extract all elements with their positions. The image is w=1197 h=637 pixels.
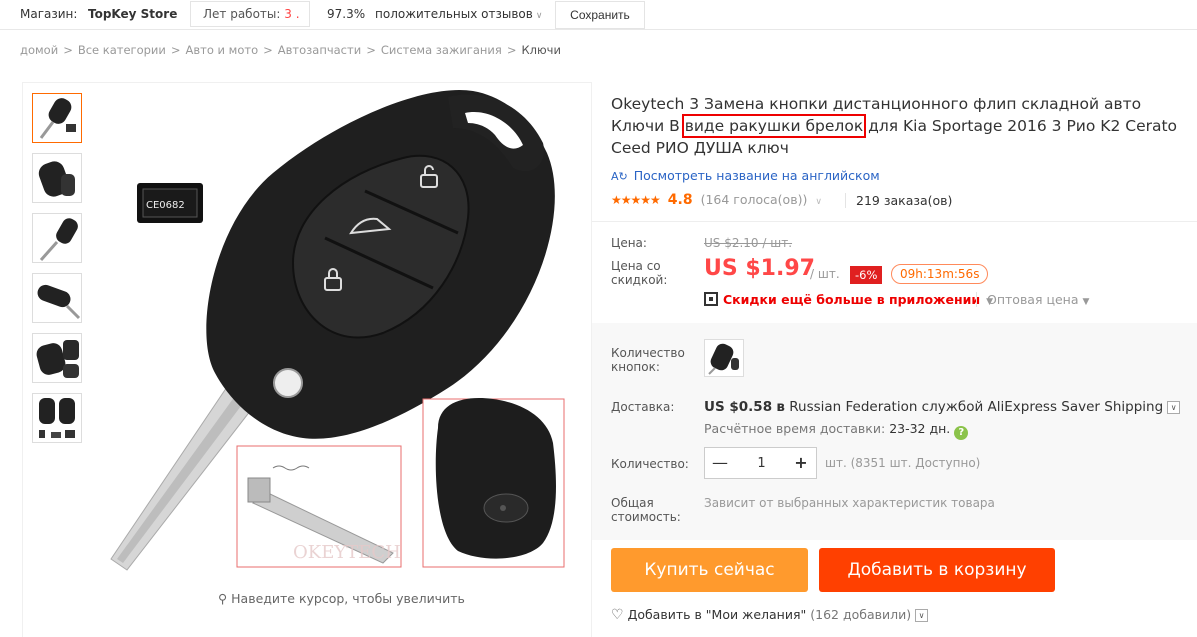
quantity-input[interactable] bbox=[735, 452, 788, 474]
shipping-dropdown-chevron-icon[interactable]: ∨ bbox=[1167, 401, 1181, 414]
magnifier-icon: ⚲ bbox=[218, 591, 228, 606]
thumbnail-6[interactable] bbox=[32, 393, 82, 443]
breadcrumb: домой > Все категории > Авто и мото > Автозапч… bbox=[20, 43, 561, 57]
product-title: Okeytech 3 Замена кнопки дистанционного … bbox=[611, 93, 1191, 159]
breadcrumb-all-categories[interactable]: Все категории bbox=[78, 43, 166, 57]
help-icon[interactable]: ? bbox=[954, 426, 969, 440]
watermark-text: OKEYTECH bbox=[293, 542, 401, 563]
store-name-link[interactable]: TopKey Store bbox=[88, 7, 177, 21]
chevron-down-icon: ∨ bbox=[535, 11, 543, 21]
key-thumbnail-icon bbox=[39, 98, 76, 139]
translate-title-label: Посмотреть название на английском bbox=[633, 168, 880, 183]
positive-feedback-percent: 97.3% bbox=[327, 7, 366, 21]
wishlist-label: Добавить в "Мои желания" bbox=[627, 607, 807, 622]
original-price: US $2.10 / шт. bbox=[704, 236, 793, 250]
buttons-count-label-line1: Количество bbox=[611, 346, 685, 360]
key-thumbnail-icon bbox=[39, 218, 78, 261]
zoom-hint: ⚲ Наведите курсор, чтобы увеличить bbox=[218, 591, 465, 606]
divider bbox=[592, 221, 1197, 222]
buttons-count-label-line2: кнопок: bbox=[611, 360, 660, 374]
store-years-value: 3 . bbox=[284, 7, 300, 21]
thumbnail-list bbox=[32, 93, 84, 453]
delivery-label: Доставка: bbox=[611, 400, 675, 414]
variant-3-buttons-option[interactable] bbox=[704, 339, 744, 377]
store-bar: Магазин: TopKey Store Лет работы: 3 . 97… bbox=[0, 0, 1197, 30]
wishlist-dropdown-chevron-icon[interactable]: ∨ bbox=[915, 609, 929, 622]
thumbnail-2[interactable] bbox=[32, 153, 82, 203]
key-thumbnail-icon bbox=[38, 161, 75, 197]
add-to-cart-button[interactable]: Добавить в корзину bbox=[819, 548, 1055, 592]
breadcrumb-ignition[interactable]: Система зажигания bbox=[381, 43, 502, 57]
total-cost-label-line2: стоимость: bbox=[611, 510, 681, 524]
decrease-quantity-button[interactable]: — bbox=[707, 448, 733, 478]
shipping-in: в bbox=[776, 399, 785, 415]
wishlist-row[interactable]: ♡ Добавить в "Мои желания" (162 добавили)… bbox=[611, 607, 929, 623]
current-price: US $1.97 bbox=[704, 256, 815, 281]
eta-label: Расчётное время доставки: bbox=[704, 421, 886, 436]
store-years-label: Лет работы: bbox=[203, 7, 281, 21]
shipping-service: Russian Federation службой AliExpress Sa… bbox=[789, 399, 1164, 415]
buy-now-button[interactable]: Купить сейчас bbox=[611, 548, 808, 592]
chip-label-text: CE0682 bbox=[146, 200, 185, 211]
price-unit: / шт. bbox=[810, 267, 840, 281]
breadcrumb-separator: > bbox=[263, 43, 273, 57]
breadcrumb-separator: > bbox=[506, 43, 517, 57]
quantity-label: Количество: bbox=[611, 457, 689, 471]
chevron-down-icon[interactable]: ∨ bbox=[815, 197, 822, 207]
quantity-stepper: — + bbox=[704, 447, 817, 479]
discount-badge: -6% bbox=[850, 266, 883, 284]
breadcrumb-home[interactable]: домой bbox=[20, 43, 58, 57]
key-thumbnail-icon bbox=[39, 398, 75, 438]
positive-feedback-dropdown[interactable]: положительных отзывов ∨ bbox=[375, 7, 542, 21]
main-product-image[interactable]: CE0682 OKEYTECH bbox=[103, 83, 583, 593]
translate-title-link[interactable]: A↻ Посмотреть название на английском bbox=[611, 168, 880, 183]
heart-plus-icon: ♡ bbox=[611, 607, 624, 623]
product-gallery: CE0682 OKEYTECH ⚲ Наведите курсор, чтобы… bbox=[22, 82, 592, 637]
breadcrumb-auto-parts[interactable]: Автозапчасти bbox=[278, 43, 361, 57]
shipping-method: US $0.58 в Russian Federation службой Al… bbox=[704, 399, 1181, 415]
shipping-price: US $0.58 bbox=[704, 399, 773, 415]
key-thumbnail-icon bbox=[36, 340, 79, 378]
qr-code-icon bbox=[704, 292, 718, 306]
translate-icon: A↻ bbox=[611, 170, 628, 183]
app-deal-dropdown[interactable]: Скидки ещё больше в приложении ▼ bbox=[704, 292, 993, 307]
total-cost-label-line1: Общая bbox=[611, 496, 654, 510]
thumbnail-4[interactable] bbox=[32, 273, 82, 323]
key-variant-icon bbox=[708, 343, 739, 375]
store-years-badge: Лет работы: 3 . bbox=[190, 1, 310, 27]
rating-stars-icon: ★★★★★ bbox=[611, 193, 661, 207]
key-thumbnail-icon bbox=[37, 284, 81, 320]
delivery-estimate: Расчётное время доставки: 23-32 дн.? bbox=[704, 421, 969, 440]
breadcrumb-keys[interactable]: Ключи bbox=[521, 43, 560, 57]
app-deal-label: Скидки ещё больше в приложении bbox=[723, 292, 981, 307]
price-label: Цена: bbox=[611, 236, 647, 250]
positive-feedback-label: положительных отзывов bbox=[375, 7, 533, 21]
breadcrumb-separator: > bbox=[170, 43, 181, 57]
breadcrumb-separator: > bbox=[63, 43, 73, 57]
wholesale-price-dropdown[interactable]: Оптовая цена ▼ bbox=[976, 292, 1089, 307]
breadcrumb-separator: > bbox=[366, 43, 376, 57]
thumbnail-5[interactable] bbox=[32, 333, 82, 383]
rating-score: 4.8 bbox=[667, 192, 693, 208]
eta-days: 23-32 дн. bbox=[889, 421, 951, 436]
zoom-hint-text: Наведите курсор, чтобы увеличить bbox=[231, 591, 465, 606]
store-label: Магазин: bbox=[20, 7, 78, 21]
rating-votes-link[interactable]: (164 голоса(ов)) bbox=[701, 192, 808, 207]
increase-quantity-button[interactable]: + bbox=[788, 448, 814, 478]
caret-down-icon: ▼ bbox=[1082, 297, 1090, 307]
wishlist-count: (162 добавили) bbox=[810, 607, 912, 622]
stock-available: шт. (8351 шт. Доступно) bbox=[825, 456, 981, 470]
thumbnail-3[interactable] bbox=[32, 213, 82, 263]
total-cost-value: Зависит от выбранных характеристик товар… bbox=[704, 496, 995, 510]
wholesale-price-label: Оптовая цена bbox=[987, 292, 1079, 307]
discount-price-label-line1: Цена со bbox=[611, 259, 661, 273]
thumbnail-1[interactable] bbox=[32, 93, 82, 143]
breadcrumb-auto-moto[interactable]: Авто и мото bbox=[186, 43, 259, 57]
countdown-timer: 09h:13m:56s bbox=[891, 264, 989, 284]
rating-row: ★★★★★ 4.8 (164 голоса(ов)) ∨ bbox=[611, 192, 822, 208]
discount-price-label-line2: скидкой: bbox=[611, 273, 668, 287]
save-store-button[interactable]: Сохранить bbox=[555, 1, 645, 29]
orders-count: 219 заказа(ов) bbox=[845, 193, 952, 208]
product-title-highlight: виде ракушки брелок bbox=[681, 114, 867, 138]
